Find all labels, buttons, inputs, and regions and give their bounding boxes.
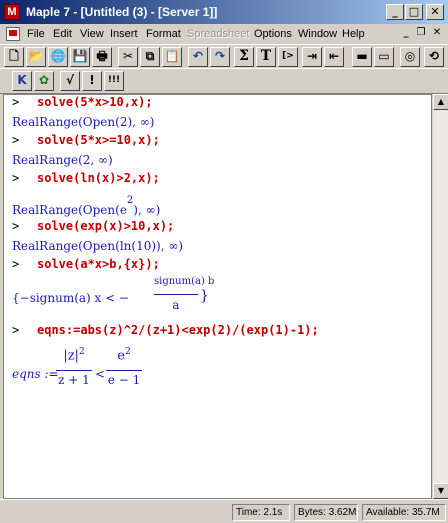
mdi-restore-button[interactable]: ❐ — [414, 27, 428, 40]
maximize-button[interactable]: □ — [405, 4, 423, 20]
output-exponent: 2 — [126, 195, 134, 206]
redo-icon[interactable]: ↷ — [210, 47, 230, 67]
indent-icon[interactable]: ⇥ — [302, 47, 322, 67]
status-time: Time: 2.1s — [232, 504, 290, 521]
fraction-numerator: |z|2 — [56, 347, 92, 363]
vertical-scrollbar[interactable]: ▲ ▼ — [432, 94, 448, 499]
fraction-denominator: e − 1 — [107, 373, 141, 387]
collapse-icon[interactable]: ▬ — [352, 47, 372, 67]
prompt-marker: > — [12, 95, 20, 109]
menu-file[interactable]: File — [27, 28, 45, 40]
output-text: RealRange(Open(e — [12, 203, 127, 217]
print-icon[interactable]: 🖶 — [92, 47, 112, 67]
input-line[interactable]: > solve(ln(x)>2,x); — [12, 171, 160, 185]
title-bar[interactable]: M Maple 7 - [Untitled (3) - [Server 1]] … — [0, 0, 448, 24]
output-text: < — [95, 367, 106, 381]
input-line[interactable]: > solve(5*x>=10,x); — [12, 133, 160, 147]
prompt-marker: > — [12, 219, 20, 233]
maple-input[interactable]: solve(5*x>=10,x); — [37, 133, 160, 147]
status-available: Available: 35.7M — [362, 504, 446, 521]
cut-icon[interactable]: ✂ — [118, 47, 138, 67]
maple-input[interactable]: solve(5*x>10,x); — [37, 95, 153, 109]
close-button[interactable]: ✕ — [426, 4, 444, 20]
k-icon[interactable]: K — [12, 71, 32, 91]
outdent-icon[interactable]: ⇤ — [324, 47, 344, 67]
prompt-marker: > — [12, 171, 20, 185]
sigma-icon[interactable]: Σ — [234, 47, 254, 67]
status-bar: Time: 2.1s Bytes: 3.62M Available: 35.7M — [0, 499, 448, 523]
input-line[interactable]: > solve(a*x>b,{x}); — [12, 257, 160, 271]
menu-options[interactable]: Options — [254, 28, 292, 40]
menu-edit[interactable]: Edit — [53, 28, 72, 40]
output-text: {−signum(a) x < − — [12, 291, 130, 305]
e-constant: e — [117, 348, 125, 364]
exponent: 2 — [124, 347, 131, 357]
main-toolbar: 🗋 📂 🌐 💾 🖶 ✂ ⧉ 📋 ↶ ↷ Σ T [> ⇥ ⇤ ▬ ▭ ◎ ⟲ — [0, 44, 448, 70]
minimize-button[interactable]: _ — [386, 4, 404, 20]
fraction-bar — [154, 294, 198, 295]
maple-input[interactable]: eqns:=abs(z)^2/(z+1)<exp(2)/(exp(1)-1); — [37, 323, 319, 337]
output-text: eqns := — [12, 367, 59, 381]
save-icon[interactable]: 💾 — [70, 47, 90, 67]
maple-app-icon[interactable]: M — [4, 4, 20, 20]
new-icon[interactable]: 🗋 — [4, 47, 24, 67]
execution-group-icon[interactable]: [> — [278, 47, 298, 67]
scroll-up-button[interactable]: ▲ — [433, 94, 448, 110]
paste-icon[interactable]: 📋 — [162, 47, 182, 67]
prompt-marker: > — [12, 323, 20, 337]
triple-factorial-icon[interactable]: !!! — [104, 71, 124, 91]
menu-spreadsheet: Spreadsheet — [187, 28, 250, 40]
prompt-marker: > — [12, 133, 20, 147]
maple-input[interactable]: solve(ln(x)>2,x); — [37, 171, 160, 185]
output-text: ), ∞) — [133, 203, 161, 217]
fraction-numerator: e2 — [106, 347, 142, 363]
input-line[interactable]: > solve(exp(x)>10,x); — [12, 219, 174, 233]
undo-icon[interactable]: ↶ — [188, 47, 208, 67]
menu-insert[interactable]: Insert — [110, 28, 138, 40]
output-text: } — [200, 288, 209, 304]
exponent: 2 — [78, 347, 85, 357]
maple-output: RealRange(2, ∞) — [12, 153, 113, 167]
factorial-icon[interactable]: ! — [82, 71, 102, 91]
restart-icon[interactable]: ⟲ — [424, 47, 444, 67]
mdi-close-button[interactable]: ✕ — [430, 27, 444, 40]
stop-icon[interactable]: ◎ — [400, 47, 420, 67]
fraction-numerator: signum(a) b — [154, 276, 215, 287]
worksheet-document[interactable]: > solve(5*x>10,x); RealRange(Open(2), ∞)… — [3, 94, 432, 499]
maple-output: RealRange(Open(2), ∞) — [12, 115, 155, 129]
maple-input[interactable]: solve(a*x>b,{x}); — [37, 257, 160, 271]
menu-format[interactable]: Format — [146, 28, 181, 40]
maple-output: RealRange(Open(e2), ∞) — [12, 195, 161, 217]
expand-icon[interactable]: ▭ — [374, 47, 394, 67]
fraction-bar — [106, 370, 142, 371]
prompt-marker: > — [12, 257, 20, 271]
open-icon[interactable]: 📂 — [26, 47, 46, 67]
maple-leaf-icon[interactable]: ✿ — [34, 71, 54, 91]
input-line[interactable]: > eqns:=abs(z)^2/(z+1)<exp(2)/(exp(1)-1)… — [12, 323, 319, 337]
mdi-minimize-button[interactable]: _ — [399, 27, 413, 40]
menu-window[interactable]: Window — [298, 28, 337, 40]
fraction-denominator: z + 1 — [58, 373, 90, 387]
abs-z: |z| — [63, 348, 79, 364]
maple-output: RealRange(Open(ln(10)), ∞) — [12, 239, 184, 253]
input-line[interactable]: > solve(5*x>10,x); — [12, 95, 153, 109]
open-url-icon[interactable]: 🌐 — [48, 47, 68, 67]
context-toolbar: K ✿ √ ! !!! — [0, 68, 448, 94]
fraction-denominator: a — [172, 298, 180, 312]
maple-input[interactable]: solve(exp(x)>10,x); — [37, 219, 174, 233]
status-bytes: Bytes: 3.62M — [294, 504, 358, 521]
window-title: Maple 7 - [Untitled (3) - [Server 1]] — [26, 5, 218, 19]
document-menu-icon[interactable] — [6, 27, 20, 41]
sqrt-icon[interactable]: √ — [60, 71, 80, 91]
text-icon[interactable]: T — [256, 47, 276, 67]
menu-bar: File Edit View Insert Format Spreadsheet… — [0, 24, 448, 44]
menu-help[interactable]: Help — [342, 28, 365, 40]
fraction-bar — [56, 370, 92, 371]
menu-view[interactable]: View — [80, 28, 104, 40]
scroll-down-button[interactable]: ▼ — [433, 483, 448, 499]
copy-icon[interactable]: ⧉ — [140, 47, 160, 67]
